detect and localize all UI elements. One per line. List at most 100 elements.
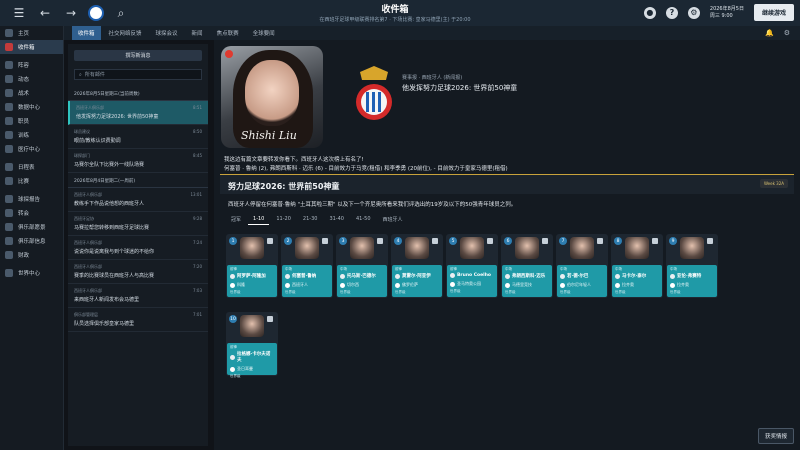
tab-item[interactable]: 社交网络反馈 — [103, 26, 148, 40]
player-name[interactable]: 弗朗西斯科·迈乐 — [505, 273, 549, 279]
message-from: 西班牙人俱乐部 — [74, 240, 102, 245]
page-subtitle: 在西班牙足球甲级联赛排名第7 · 下场比赛: 皇家马德里(主) 于20:00 — [319, 17, 471, 23]
player-name[interactable]: 马卡尔·泰尔 — [615, 273, 659, 279]
player-name[interactable]: 亚伦·弗赛特 — [670, 273, 714, 279]
player-name[interactable]: 莫雷尔·阿亚伊 — [395, 273, 439, 279]
player-club[interactable]: 圣日耳曼 — [230, 366, 274, 372]
player-club[interactable]: 西班牙人 — [285, 282, 329, 288]
shortlist-icon[interactable] — [267, 316, 273, 322]
player-name[interactable]: 阿罗萨·阿隆加 — [230, 273, 274, 279]
player-club[interactable]: 圣马特奥公园 — [450, 281, 494, 287]
list-item[interactable]: 俱乐部管理层 队员选择俱乐部皇家马德里 7:01 — [68, 308, 208, 332]
sidebar-item-icon — [5, 163, 13, 171]
list-item[interactable]: 球员建议 眼前/教练认识费勤调 8:50 — [68, 125, 208, 149]
search-icon[interactable]: ⌕ — [112, 4, 130, 22]
player-card[interactable]: 9 中场 亚伦·弗赛特 拉齐奥 世界级 — [666, 234, 718, 298]
player-card[interactable]: 10 前锋 拉格娜·卡尔夫诺夫 圣日耳曼 世界级 — [226, 312, 278, 378]
gear-icon[interactable]: ⚙ — [784, 29, 790, 37]
player-card[interactable]: 1 前锋 阿罗萨·阿隆加 科隆 世界级 — [226, 234, 278, 298]
sidebar-item[interactable]: 主页 — [0, 26, 63, 40]
shortlist-icon[interactable] — [597, 238, 603, 244]
sidebar-item[interactable]: 俱乐部信息 — [0, 234, 63, 248]
list-item[interactable]: 西班牙人俱乐部 说说你是说离我与到个球迷的不给你 7:24 — [68, 236, 208, 260]
player-club[interactable]: 马德里竞技 — [505, 282, 549, 288]
sidebar-item[interactable]: 收件箱 — [0, 40, 63, 54]
search-input[interactable]: ⌕ 所有邮件 — [74, 69, 202, 80]
message-time: 7:03 — [193, 288, 202, 293]
tab-item[interactable]: 全球要闻 — [247, 26, 281, 40]
back-icon[interactable]: ← — [36, 4, 54, 22]
sidebar-item[interactable]: 世界中心 — [0, 266, 63, 280]
list-item[interactable]: 球探部门 马赛尔全队下比赛外一线队场赛 8:45 — [68, 149, 208, 173]
list-item[interactable]: 西班牙人俱乐部 来西班牙人新闻发布会马德里 7:03 — [68, 284, 208, 308]
player-card[interactable]: 5 前锋 Bruno Coelho 圣马特奥公园 世界级 — [446, 234, 498, 298]
player-name[interactable]: Bruno Coelho — [450, 273, 494, 278]
sidebar-item[interactable]: 财政 — [0, 248, 63, 262]
rank-tab[interactable]: 1-10 — [248, 214, 270, 225]
player-card[interactable]: 4 前锋 莫雷尔·阿亚伊 佛罗伦萨 世界级 — [391, 234, 443, 298]
shortlist-icon[interactable] — [707, 238, 713, 244]
sidebar-item[interactable]: 职员 — [0, 114, 63, 128]
compose-button[interactable]: 撰写新消息 — [74, 50, 202, 61]
sidebar-item-label: 俱乐部信息 — [18, 239, 46, 245]
notification-icon[interactable]: ● — [643, 6, 656, 19]
sidebar-item[interactable]: 训练 — [0, 128, 63, 142]
rank-tab[interactable]: 11-20 — [271, 214, 296, 225]
continue-button[interactable]: 继续游戏 — [753, 4, 794, 21]
sidebar-item[interactable]: 球探报告 — [0, 192, 63, 206]
sidebar-item[interactable]: 阵容 — [0, 58, 63, 72]
sidebar-item[interactable]: 俱乐部愿景 — [0, 220, 63, 234]
shortlist-icon[interactable] — [432, 238, 438, 244]
player-club[interactable]: 切尔西 — [340, 282, 384, 288]
menu-icon[interactable]: ☰ — [10, 4, 28, 22]
rank-tab[interactable]: 西班牙人 — [378, 214, 408, 225]
list-item[interactable]: 西班牙人俱乐部 教练手下作品说他想的西班牙人 13:01 — [68, 188, 208, 212]
rank-tab[interactable]: 31-40 — [324, 214, 349, 225]
shortlist-icon[interactable] — [487, 238, 493, 244]
club-crest-icon[interactable] — [88, 5, 104, 21]
player-club[interactable]: 伯尔尼年轻人 — [560, 282, 604, 288]
forward-icon[interactable]: → — [62, 4, 80, 22]
sidebar-item[interactable]: 医疗中心 — [0, 142, 63, 156]
shortlist-icon[interactable] — [322, 238, 328, 244]
player-name[interactable]: 何塞普·鲁纳 — [285, 273, 329, 279]
list-item[interactable]: 西班牙足协 马赛拉帮您转移到西班牙足球比赛 9:28 — [68, 212, 208, 236]
tab-item[interactable]: 新闻 — [186, 26, 209, 40]
shortlist-icon[interactable] — [542, 238, 548, 244]
player-club[interactable]: 拉齐奥 — [615, 282, 659, 288]
list-item[interactable]: 西班牙人俱乐部 他发挥努力足球2026: 世界前50神童 8:51 — [68, 101, 208, 125]
game-date[interactable]: 2026年8月5日 周三 9:00 — [710, 6, 744, 20]
list-item[interactable]: 西班牙人俱乐部 赛季的比赛球员在西班牙人与高比赛 7:20 — [68, 260, 208, 284]
tab-item[interactable]: 收件箱 — [72, 26, 101, 40]
sidebar-item[interactable]: 日程表 — [0, 160, 63, 174]
player-club[interactable]: 科隆 — [230, 282, 274, 288]
player-card[interactable]: 7 中场 若·德·尔巴 伯尔尼年轻人 世界级 — [556, 234, 608, 298]
shortlist-icon[interactable] — [652, 238, 658, 244]
player-card[interactable]: 8 中场 马卡尔·泰尔 拉齐奥 世界级 — [611, 234, 663, 298]
shortlist-icon[interactable] — [267, 238, 273, 244]
rank-tab[interactable]: 41-50 — [351, 214, 376, 225]
sidebar-item[interactable]: 动态 — [0, 72, 63, 86]
sidebar-item[interactable]: 战术 — [0, 86, 63, 100]
bell-icon[interactable]: 🔔 — [765, 29, 774, 37]
rank-tab[interactable]: 冠军 — [226, 214, 246, 225]
tab-item[interactable]: 球探会议 — [150, 26, 184, 40]
player-position: 前锋 — [450, 267, 457, 271]
player-club[interactable]: 佛罗伦萨 — [395, 282, 439, 288]
help-icon[interactable]: ? — [665, 6, 678, 19]
award-info-button[interactable]: 获奖情报 — [757, 428, 794, 444]
rank-tab[interactable]: 21-30 — [298, 214, 323, 225]
player-club[interactable]: 拉齐奥 — [670, 282, 714, 288]
tab-item[interactable]: 焦点联赛 — [211, 26, 245, 40]
player-card[interactable]: 2 中场 何塞普·鲁纳 西班牙人 世界级 — [281, 234, 333, 298]
player-card[interactable]: 6 中场 弗朗西斯科·迈乐 马德里竞技 世界级 — [501, 234, 553, 298]
sidebar-item[interactable]: 比赛 — [0, 174, 63, 188]
player-card[interactable]: 3 中场 托马斯·巴德尔 切尔西 世界级 — [336, 234, 388, 298]
sidebar-item[interactable]: 数据中心 — [0, 100, 63, 114]
settings-icon[interactable]: ⚙ — [687, 6, 700, 19]
player-name[interactable]: 若·德·尔巴 — [560, 273, 604, 279]
shortlist-icon[interactable] — [377, 238, 383, 244]
player-name[interactable]: 托马斯·巴德尔 — [340, 273, 384, 279]
sidebar-item[interactable]: 转会 — [0, 206, 63, 220]
player-name[interactable]: 拉格娜·卡尔夫诺夫 — [230, 351, 274, 363]
